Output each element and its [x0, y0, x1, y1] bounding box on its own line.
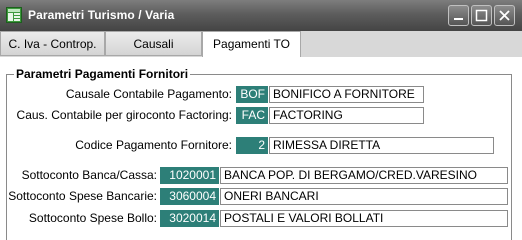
- sottoconto-spese-bollo-code[interactable]: 3020014: [160, 210, 219, 227]
- window-title: Parametri Turismo / Varia: [28, 8, 175, 22]
- sottoconto-spese-bancarie-code[interactable]: 3060004: [160, 188, 219, 205]
- sottoconto-banca-field[interactable]: BANCA POP. DI BERGAMO/CRED.VARESINO: [220, 167, 508, 184]
- codice-pagamento-label: Codice Pagamento Fornitore:: [75, 138, 232, 152]
- sottoconto-banca-code[interactable]: 1020001: [160, 167, 219, 184]
- sottoconto-spese-bancarie-label: Sottoconto Spese Bancarie:: [8, 189, 157, 203]
- minimize-button[interactable]: [448, 5, 469, 26]
- causale-pagamento-label: Causale Contabile Pagamento:: [65, 87, 232, 101]
- sottoconto-spese-bollo-label: Sottoconto Spese Bollo:: [28, 211, 157, 225]
- causale-pagamento-code[interactable]: BOF: [236, 86, 268, 103]
- group-title: Parametri Pagamenti Fornitori: [14, 67, 191, 81]
- minimize-icon: [454, 18, 463, 20]
- app-icon: [6, 7, 22, 23]
- causale-giroconto-label: Caus. Contabile per giroconto Factoring:: [16, 108, 232, 122]
- causale-pagamento-field[interactable]: BONIFICO A FORNITORE: [269, 86, 424, 103]
- maximize-icon: [475, 9, 488, 22]
- codice-pagamento-code[interactable]: 2: [236, 137, 268, 154]
- close-button[interactable]: [494, 5, 515, 26]
- title-bar[interactable]: Parametri Turismo / Varia: [0, 0, 522, 31]
- tab-causali[interactable]: Causali: [105, 31, 202, 56]
- maximize-button[interactable]: [471, 5, 492, 26]
- sottoconto-spese-bollo-field[interactable]: POSTALI E VALORI BOLLATI: [220, 210, 508, 227]
- group-border-right: [511, 74, 512, 240]
- group-border-left: [6, 74, 7, 240]
- tab-iva-controp[interactable]: C. Iva - Controp.: [0, 31, 105, 56]
- tab-pagamenti-to[interactable]: Pagamenti TO: [202, 31, 301, 58]
- causale-giroconto-field[interactable]: FACTORING: [269, 107, 424, 124]
- close-icon: [499, 10, 510, 21]
- tab-strip: C. Iva - Controp. Causali Pagamenti TO: [0, 31, 522, 58]
- codice-pagamento-field[interactable]: RIMESSA DIRETTA: [269, 137, 494, 154]
- sottoconto-spese-bancarie-field[interactable]: ONERI BANCARI: [220, 188, 508, 205]
- causale-giroconto-code[interactable]: FAC: [236, 107, 268, 124]
- sottoconto-banca-label: Sottoconto Banca/Cassa:: [21, 168, 157, 182]
